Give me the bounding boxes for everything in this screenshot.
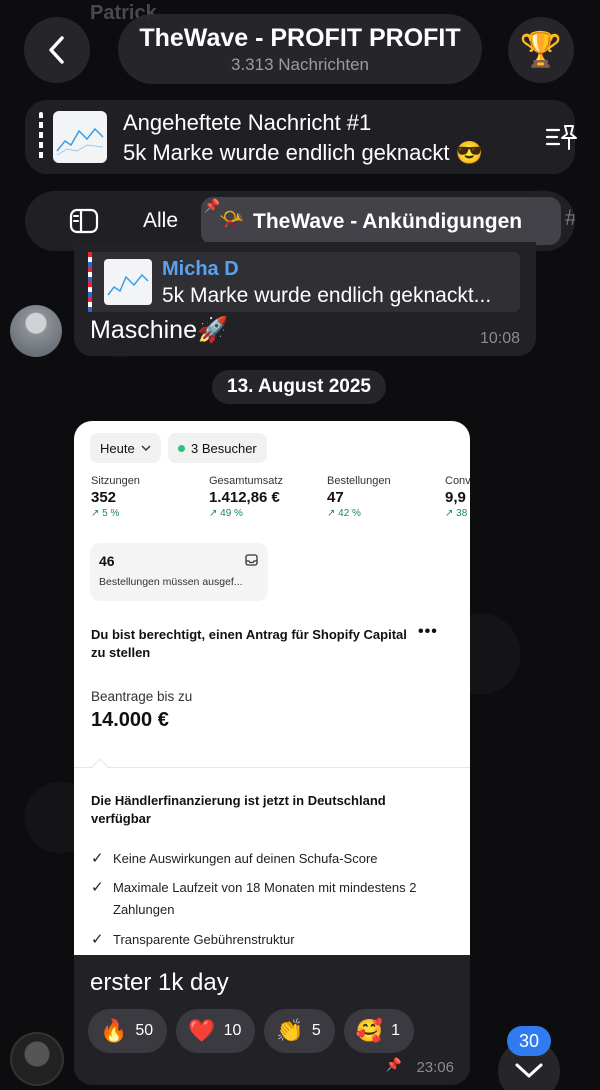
reply-text: 5k Marke wurde endlich geknackt... [162,284,492,307]
apply-label: Beantrage bis zu [91,689,193,704]
metric-revenue: Gesamtumsatz 1.412,86 € ↗ 49 % [209,475,283,519]
group-avatar-button[interactable]: 🏆 [508,17,574,83]
pinned-message-icon: 📌 [385,1057,402,1072]
check-item: ✓ Maximale Laufzeit von 18 Monaten mit mi… [91,877,443,921]
divider-notch [91,758,109,776]
fire-icon: 🔥 [100,1018,128,1043]
reaction-fire[interactable]: 🔥 50 [88,1009,168,1053]
check-item: ✓ Transparente Gebührenstruktur [91,929,443,951]
pinned-message-bar[interactable]: Angeheftete Nachricht #1 5k Marke wurde … [25,100,577,174]
reply-preview[interactable]: Micha D 5k Marke wurde endlich geknackt.… [88,252,520,312]
sender-avatar[interactable] [10,1032,64,1086]
topic-announcements[interactable]: 📌 📯 TheWave - Ankündigungen [201,197,561,245]
chat-header[interactable]: TheWave - PROFIT PROFIT 3.313 Nachrichte… [118,14,482,84]
pinned-title: Angeheftete Nachricht #1 [123,110,372,135]
pinned-indicator [39,112,43,162]
chevron-down-icon [141,444,151,451]
chat-title: TheWave - PROFIT PROFIT [139,23,461,52]
smiling-hearts-icon: 🥰 [355,1018,384,1043]
reaction-clap[interactable]: 👏 5 [264,1009,335,1053]
live-dot-icon [178,444,185,452]
pinned-thumbnail [53,111,107,163]
pin-icon: 📌 [204,198,221,213]
capital-title: Du bist berechtigt, einen Antrag für Sho… [91,627,407,660]
pinned-list-icon[interactable] [545,122,579,152]
clap-icon: 👏 [276,1018,304,1043]
more-icon: ••• [418,623,438,640]
megaphone-icon: 📯 [219,209,244,231]
reaction-love[interactable]: 🥰 1 [343,1009,415,1053]
divider [74,767,470,768]
capital-amount: 14.000 € [91,709,169,731]
topic-next[interactable]: # [565,205,575,231]
reply-stripe [88,252,92,312]
date-separator: 13. August 2025 [212,370,386,404]
message-bubble[interactable]: Micha D 5k Marke wurde endlich geknackt.… [74,242,536,356]
check-icon: ✓ [91,931,104,948]
message-count: 3.313 Nachrichten [231,54,369,74]
pinned-text: 5k Marke wurde endlich geknackt 😎 [123,140,484,165]
unread-count-badge: 30 [507,1026,551,1056]
reaction-heart[interactable]: ❤️ 10 [176,1009,256,1053]
heart-icon: ❤️ [188,1018,216,1043]
check-icon: ✓ [91,850,104,867]
check-icon: ✓ [91,879,104,896]
live-visitors: 3 Besucher [168,433,267,463]
shopify-screenshot[interactable]: Heute 3 Besucher Sitzungen 352 ↗ 5 % Ges… [74,421,470,955]
trophy-icon: 🏆 [519,31,563,69]
metric-orders: Bestellungen 47 ↗ 42 % [327,475,391,519]
check-item: ✓ Keine Auswirkungen auf deinen Schufa-Sc… [91,848,443,870]
reactions: 🔥 50 ❤️ 10 👏 5 🥰 1 [88,1009,415,1053]
message-time: 23:06 [416,1059,454,1076]
message-time: 10:08 [479,330,520,347]
metric-sessions: Sitzungen 352 ↗ 5 % [91,475,140,519]
back-button[interactable] [24,17,90,83]
metric-conversion: Conv 9,9 ↗ 38 [445,475,470,519]
period-dropdown: Heute [90,433,161,463]
image-message[interactable]: Heute 3 Besucher Sitzungen 352 ↗ 5 % Ges… [74,421,470,1085]
sender-avatar[interactable] [10,305,62,357]
sidebar-toggle-icon[interactable] [69,208,99,234]
message-caption: erster 1k day [90,969,229,996]
financing-title: Die Händlerfinanzierung ist jetzt in Deu… [91,793,386,826]
inbox-icon [245,554,258,566]
topic-all[interactable]: Alle [143,209,178,233]
chevron-down-icon [515,1063,543,1078]
topic-label: TheWave - Ankündigungen [253,210,523,233]
message-text: Maschine🚀 [90,316,229,344]
reply-sender: Micha D [162,258,239,280]
reply-thumbnail [104,259,152,305]
orders-to-fulfill-card: 46 Bestellungen müssen ausgef... [90,543,268,601]
chevron-left-icon [49,36,64,64]
